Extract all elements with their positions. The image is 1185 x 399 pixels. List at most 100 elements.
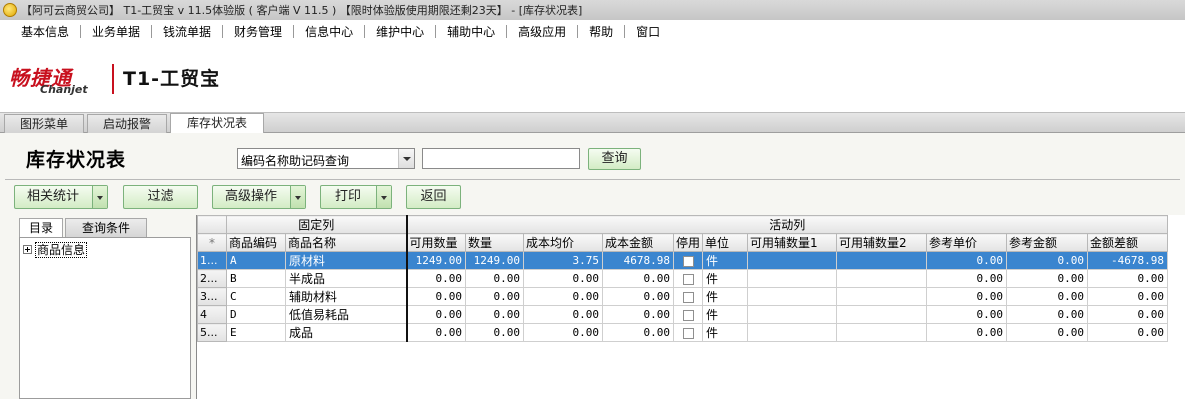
inventory-table: 固定列 活动列 * 商品编码 商品名称 可用数量 数量 成本均价 成本金额 停用… (197, 215, 1169, 342)
row-number[interactable]: 1... (197, 251, 227, 270)
menu-cashflow-docs[interactable]: 钱流单据 (152, 23, 222, 40)
cell-code: B (226, 269, 286, 288)
category-tree: 商品信息 (19, 237, 191, 399)
cell-name: 原材料 (285, 251, 408, 270)
report-title: 库存状况表 (26, 149, 127, 171)
advanced-ops-button[interactable]: 高级操作 (212, 185, 306, 209)
cell-avg-cost: 0.00 (523, 287, 603, 306)
cell-cost-amount: 0.00 (602, 305, 674, 324)
col-ref-amount[interactable]: 参考金额 (1006, 233, 1089, 252)
cell-cost-amount: 0.00 (602, 287, 674, 306)
print-button[interactable]: 打印 (320, 185, 392, 209)
cell-qty: 0.00 (465, 287, 524, 306)
product-name: T1-工贸宝 (123, 68, 221, 90)
row-number[interactable]: 2... (197, 269, 227, 288)
menu-help[interactable]: 帮助 (578, 23, 624, 40)
cell-amount-diff: -4678.98 (1087, 251, 1169, 270)
cell-code: D (226, 305, 286, 324)
cell-disabled (672, 251, 704, 270)
inventory-grid: 固定列 活动列 * 商品编码 商品名称 可用数量 数量 成本均价 成本金额 停用… (196, 215, 1185, 399)
menu-finance[interactable]: 财务管理 (223, 23, 293, 40)
col-unit[interactable]: 单位 (702, 233, 749, 252)
row-number[interactable]: 4 (197, 305, 227, 324)
column-header-row: * 商品编码 商品名称 可用数量 数量 成本均价 成本金额 停用 单位 可用辅数… (197, 233, 1169, 252)
menu-maintenance[interactable]: 维护中心 (365, 23, 435, 40)
chevron-down-icon[interactable] (376, 186, 391, 208)
related-stats-button[interactable]: 相关统计 (14, 185, 108, 209)
title-divider (5, 179, 1180, 180)
advanced-ops-label: 高级操作 (224, 189, 277, 204)
table-row[interactable]: 2... B 半成品 0.00 0.00 0.00 0.00 件 0.00 0.00 0.00 (197, 269, 1169, 288)
chevron-down-icon[interactable] (290, 186, 305, 208)
col-available-qty[interactable]: 可用数量 (406, 233, 466, 252)
col-code[interactable]: 商品编码 (226, 233, 286, 252)
menu-window[interactable]: 窗口 (625, 23, 671, 40)
grid-body: 1... A 原材料 1249.00 1249.00 3.75 4678.98 件 0.00 0.… (197, 251, 1169, 342)
table-row[interactable]: 3... C 辅助材料 0.00 0.00 0.00 0.00 件 0.00 0.00 0.00 (197, 287, 1169, 306)
table-row[interactable]: 1... A 原材料 1249.00 1249.00 3.75 4678.98 件 0.00 0.… (197, 251, 1169, 270)
tab-inventory-status[interactable]: 库存状况表 (170, 113, 264, 134)
tab-bar: 图形菜单 启动报警 库存状况表 (0, 112, 1185, 134)
cell-qty: 0.00 (465, 323, 524, 342)
col-aux-qty-1[interactable]: 可用辅数量1 (747, 233, 838, 252)
menu-business-docs[interactable]: 业务单据 (81, 23, 151, 40)
row-number[interactable]: 5... (197, 323, 227, 342)
cell-available-qty: 0.00 (406, 269, 466, 288)
tab-query-conditions[interactable]: 查询条件 (65, 218, 147, 238)
cell-amount-diff: 0.00 (1087, 305, 1169, 324)
active-columns-group: 活动列 (405, 215, 1169, 234)
col-aux-qty-2[interactable]: 可用辅数量2 (836, 233, 928, 252)
tab-graphic-menu[interactable]: 图形菜单 (4, 114, 84, 134)
menu-advanced[interactable]: 高级应用 (507, 23, 577, 40)
col-ref-price[interactable]: 参考单价 (926, 233, 1008, 252)
menu-auxiliary[interactable]: 辅助中心 (436, 23, 506, 40)
disabled-checkbox[interactable] (682, 327, 694, 339)
tree-node-goods-info[interactable]: 商品信息 (35, 242, 88, 258)
col-name[interactable]: 商品名称 (285, 233, 408, 252)
cell-available-qty: 0.00 (406, 305, 466, 324)
brand-divider (112, 64, 114, 94)
column-group-row: 固定列 活动列 (197, 215, 1169, 234)
filter-button[interactable]: 过滤 (123, 185, 198, 209)
cell-aux-qty-1 (747, 269, 838, 288)
menu-info-center[interactable]: 信息中心 (294, 23, 364, 40)
related-stats-label: 相关统计 (26, 189, 79, 204)
col-disabled[interactable]: 停用 (672, 233, 704, 252)
cell-ref-amount: 0.00 (1006, 287, 1089, 306)
cell-avg-cost: 0.00 (523, 269, 603, 288)
cell-name: 辅助材料 (285, 287, 408, 306)
disabled-checkbox[interactable] (682, 255, 694, 267)
cell-aux-qty-2 (836, 269, 928, 288)
search-mode-select[interactable]: 编码名称助记码查询 (237, 148, 415, 169)
chevron-down-icon[interactable] (398, 149, 414, 168)
cell-avg-cost: 0.00 (523, 323, 603, 342)
cell-aux-qty-2 (836, 251, 928, 270)
brand-logo-en: Chanjet (40, 83, 88, 96)
col-cost-amount[interactable]: 成本金额 (602, 233, 674, 252)
tab-catalog[interactable]: 目录 (19, 218, 63, 238)
cell-ref-amount: 0.00 (1006, 323, 1089, 342)
menu-basic-info[interactable]: 基本信息 (10, 23, 80, 40)
menu-bar: 基本信息 业务单据 钱流单据 财务管理 信息中心 维护中心 辅助中心 高级应用 … (0, 20, 1185, 42)
disabled-checkbox[interactable] (682, 309, 694, 321)
cell-cost-amount: 4678.98 (602, 251, 674, 270)
col-qty[interactable]: 数量 (465, 233, 524, 252)
tab-startup-alert[interactable]: 启动报警 (87, 114, 167, 134)
row-number[interactable]: 3... (197, 287, 227, 306)
cell-amount-diff: 0.00 (1087, 287, 1169, 306)
cell-available-qty: 0.00 (406, 287, 466, 306)
expand-icon[interactable] (23, 245, 32, 254)
col-avg-cost[interactable]: 成本均价 (523, 233, 603, 252)
chevron-down-icon[interactable] (92, 186, 107, 208)
cell-code: C (226, 287, 286, 306)
cell-aux-qty-2 (836, 323, 928, 342)
query-button[interactable]: 查询 (588, 148, 641, 170)
disabled-checkbox[interactable] (682, 291, 694, 303)
cell-aux-qty-2 (836, 305, 928, 324)
disabled-checkbox[interactable] (682, 273, 694, 285)
col-amount-diff[interactable]: 金额差额 (1087, 233, 1169, 252)
back-button[interactable]: 返回 (406, 185, 461, 209)
table-row[interactable]: 4 D 低值易耗品 0.00 0.00 0.00 0.00 件 0.00 0.00 0.00 (197, 305, 1169, 324)
search-input[interactable] (422, 148, 580, 169)
table-row[interactable]: 5... E 成品 0.00 0.00 0.00 0.00 件 0.00 0.00 0.00 (197, 323, 1169, 342)
